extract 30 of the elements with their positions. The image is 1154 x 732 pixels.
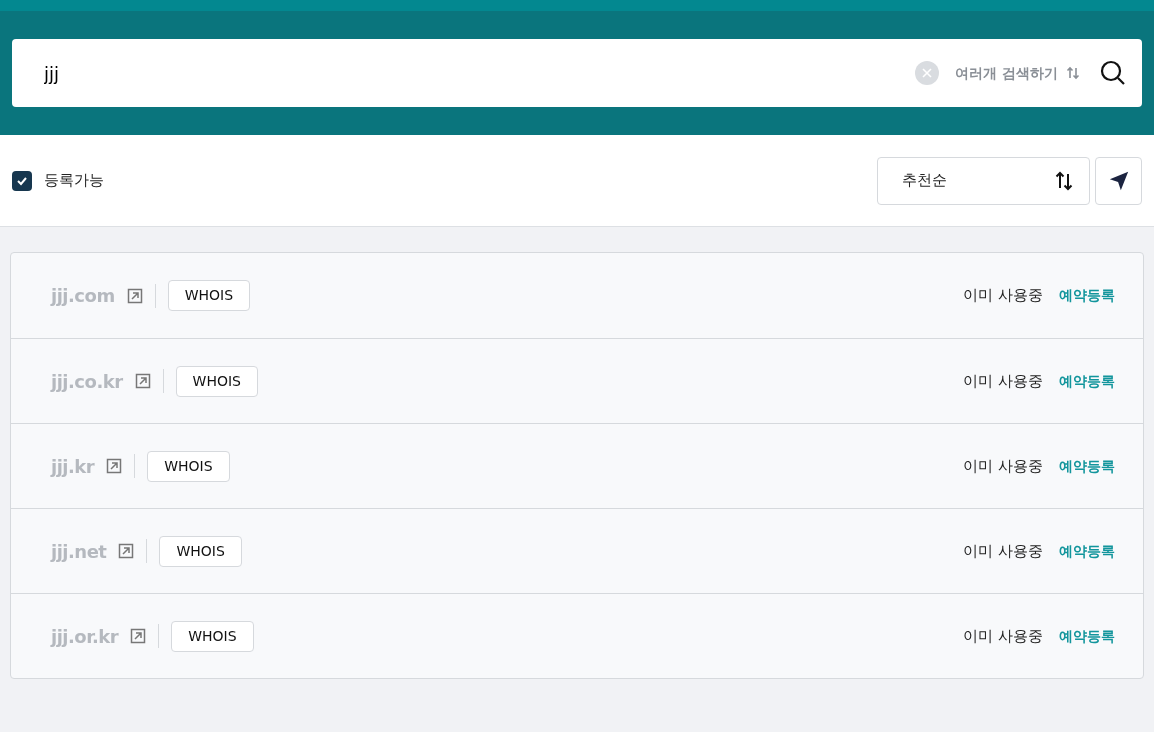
checkbox[interactable] bbox=[12, 170, 32, 191]
domain-name: jjj.co.kr bbox=[51, 369, 123, 394]
domain-name: jjj.net bbox=[51, 539, 107, 564]
checkbox-label: 등록가능 bbox=[44, 170, 104, 192]
whois-button[interactable]: WHOIS bbox=[167, 280, 251, 311]
send-button[interactable] bbox=[1095, 156, 1142, 205]
close-icon bbox=[922, 68, 933, 78]
domain-name: jjj.com bbox=[51, 284, 115, 308]
sort-arrows-icon bbox=[1055, 169, 1073, 192]
external-link-icon[interactable] bbox=[130, 628, 147, 644]
status-text: 이미 사용중 bbox=[963, 540, 1043, 562]
external-link-icon[interactable] bbox=[106, 458, 123, 474]
status-text: 이미 사용중 bbox=[963, 285, 1043, 307]
search-field[interactable]: jjj bbox=[44, 59, 916, 87]
external-link-icon[interactable] bbox=[134, 373, 151, 389]
sort-dropdown[interactable]: 추천순 bbox=[877, 156, 1090, 205]
swap-arrows-icon bbox=[1066, 66, 1080, 80]
external-link-icon[interactable] bbox=[126, 287, 143, 304]
status-text: 이미 사용중 bbox=[963, 625, 1043, 647]
whois-button[interactable]: WHOIS bbox=[147, 450, 230, 482]
status-text: 이미 사용중 bbox=[963, 455, 1043, 477]
whois-button[interactable]: WHOIS bbox=[175, 365, 258, 397]
search-bar[interactable]: jjj 여러개 검색하기 bbox=[12, 39, 1142, 107]
whois-button[interactable]: WHOIS bbox=[171, 620, 254, 652]
domain-name: jjj.kr bbox=[51, 454, 95, 479]
search-icon[interactable] bbox=[1100, 60, 1126, 86]
whois-button[interactable]: WHOIS bbox=[159, 535, 242, 567]
status-text: 이미 사용중 bbox=[963, 370, 1043, 392]
domain-name: jjj.or.kr bbox=[51, 624, 119, 649]
external-link-icon[interactable] bbox=[118, 543, 135, 559]
